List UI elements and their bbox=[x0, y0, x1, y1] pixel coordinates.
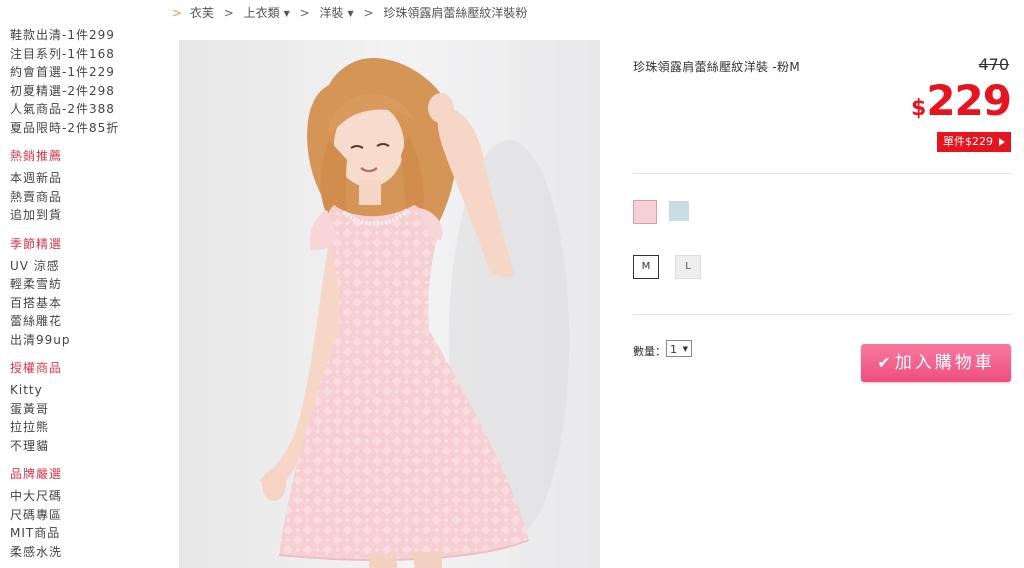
sale-price-amount: 229 bbox=[926, 76, 1012, 125]
breadcrumb-item-home[interactable]: 衣芙 bbox=[190, 6, 214, 20]
sidebar-item-best-sellers[interactable]: 熱賣商品 bbox=[10, 188, 160, 207]
divider bbox=[633, 173, 1012, 174]
breadcrumb-label-tops: 上衣類 bbox=[243, 6, 280, 20]
sidebar-item-ignore-cat[interactable]: 不理貓 bbox=[10, 437, 160, 456]
original-price: 470 bbox=[978, 55, 1009, 74]
breadcrumb-separator: > bbox=[299, 6, 310, 20]
breadcrumb-item-current: 珍珠領露肩蕾絲壓紋洋裝粉 bbox=[383, 6, 528, 20]
product-title: 珍珠領露肩蕾絲壓紋洋裝 -粉M bbox=[633, 60, 800, 74]
sidebar-item-shoes-clearance[interactable]: 鞋款出清-1件299 bbox=[10, 26, 160, 45]
sidebar-item-uv-cool[interactable]: UV 涼感 bbox=[10, 257, 160, 276]
sidebar-heading-hot: 熱銷推薦 bbox=[10, 149, 63, 163]
sidebar-item-summer-limited[interactable]: 夏品限時-2件85折 bbox=[10, 119, 160, 138]
sidebar-item-soft-wash[interactable]: 柔感水洗 bbox=[10, 543, 160, 562]
sidebar-heading-brand: 品牌嚴選 bbox=[10, 467, 63, 481]
quantity-select[interactable]: 1 ▼ bbox=[666, 340, 692, 357]
sidebar-item-early-summer[interactable]: 初夏精選-2件298 bbox=[10, 82, 160, 101]
breadcrumb-item-tops[interactable]: 上衣類 ▼ bbox=[244, 6, 290, 20]
unit-price-label: 單件$229 bbox=[943, 135, 993, 148]
sidebar-item-popular[interactable]: 人氣商品-2件388 bbox=[10, 100, 160, 119]
check-icon: ✔ bbox=[877, 353, 891, 372]
divider bbox=[633, 314, 1012, 315]
breadcrumb-arrow-icon: > bbox=[172, 6, 183, 20]
sidebar-item-size-zone[interactable]: 尺碼專區 bbox=[10, 506, 160, 525]
sidebar-heading-licensed: 授權商品 bbox=[10, 361, 63, 375]
sidebar-item-gudetama[interactable]: 蛋黃哥 bbox=[10, 400, 160, 419]
sidebar-item-mit[interactable]: MIT商品 bbox=[10, 524, 160, 543]
sidebar-heading-season: 季節精選 bbox=[10, 236, 63, 251]
sale-price: $229 bbox=[911, 76, 1012, 125]
sidebar-item-chiffon[interactable]: 輕柔雪紡 bbox=[10, 275, 160, 294]
sidebar-item-clearance-99[interactable]: 出清99up bbox=[10, 331, 160, 350]
breadcrumb-separator: > bbox=[363, 6, 374, 20]
quantity-label: 數量： bbox=[633, 345, 666, 358]
size-option-m[interactable]: M bbox=[633, 255, 659, 279]
play-arrow-icon bbox=[999, 138, 1005, 146]
sidebar-item-rilakkuma[interactable]: 拉拉熊 bbox=[10, 418, 160, 437]
sidebar-item-kitty[interactable]: Kitty bbox=[10, 381, 160, 400]
model-in-dress-illustration bbox=[179, 40, 600, 568]
sidebar-item-basics[interactable]: 百搭基本 bbox=[10, 294, 160, 313]
sidebar-item-featured-series[interactable]: 注目系列-1件168 bbox=[10, 45, 160, 64]
color-swatch-pink[interactable] bbox=[633, 200, 657, 224]
breadcrumb-item-dresses[interactable]: 洋裝 ▼ bbox=[320, 6, 354, 20]
product-details: 珍珠領露肩蕾絲壓紋洋裝 -粉M 470 $229 單件$229 M L 數量： … bbox=[633, 0, 1013, 568]
chevron-down-icon: ▼ bbox=[682, 345, 688, 353]
product-image[interactable] bbox=[179, 40, 600, 568]
sidebar-item-new-this-week[interactable]: 本週新品 bbox=[10, 169, 160, 188]
chevron-down-icon: ▼ bbox=[283, 8, 290, 18]
breadcrumb: > 衣芙 > 上衣類 ▼ > 洋裝 ▼ > 珍珠領露肩蕾絲壓紋洋裝粉 bbox=[172, 4, 527, 22]
add-to-cart-label: 加入購物車 bbox=[894, 353, 995, 373]
unit-price-badge[interactable]: 單件$229 bbox=[937, 132, 1011, 152]
breadcrumb-separator: > bbox=[223, 6, 234, 20]
breadcrumb-label-dresses: 洋裝 bbox=[319, 6, 344, 20]
sidebar-item-lace[interactable]: 蕾絲雕花 bbox=[10, 312, 160, 331]
currency-symbol: $ bbox=[911, 96, 927, 121]
category-sidebar: 鞋款出清-1件299 注目系列-1件168 約會首選-1件229 初夏精選-2件… bbox=[10, 26, 160, 561]
quantity-value: 1 bbox=[670, 343, 677, 356]
chevron-down-icon: ▼ bbox=[347, 8, 354, 18]
sidebar-item-plus-size[interactable]: 中大尺碼 bbox=[10, 487, 160, 506]
add-to-cart-button[interactable]: ✔ 加入購物車 bbox=[861, 344, 1011, 382]
size-option-l[interactable]: L bbox=[675, 255, 701, 279]
sidebar-item-date-picks[interactable]: 約會首選-1件229 bbox=[10, 63, 160, 82]
sidebar-item-restocked[interactable]: 追加到貨 bbox=[10, 206, 160, 225]
color-swatch-light-blue[interactable] bbox=[669, 201, 689, 221]
